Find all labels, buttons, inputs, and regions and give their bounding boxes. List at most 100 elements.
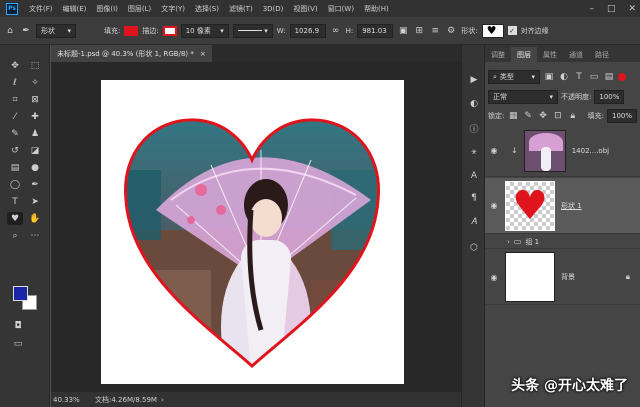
stroke-width-field[interactable]: 10 像素 ▾ (180, 23, 229, 38)
zoom-level[interactable]: 40.33% (53, 396, 95, 404)
type-tool-icon[interactable]: T (7, 195, 23, 208)
align-edges-checkbox[interactable]: ✓ (507, 26, 517, 35)
stroke-color-swatch[interactable] (162, 25, 177, 36)
menu-image[interactable]: 图像(I) (91, 4, 123, 14)
status-arrow-icon[interactable]: › (161, 396, 164, 404)
menu-window[interactable]: 窗口(W) (323, 4, 359, 14)
filter-type-icon[interactable]: T (573, 71, 585, 83)
fill-color-swatch[interactable] (124, 25, 139, 36)
3d-icon[interactable]: ⬡ (467, 241, 481, 255)
stamp-tool-icon[interactable]: ♟ (27, 127, 43, 140)
menu-view[interactable]: 视图(V) (288, 4, 322, 14)
path-alignment-icon[interactable]: ⊞ (413, 25, 425, 37)
menu-help[interactable]: 帮助(H) (359, 4, 394, 14)
filter-smart-object-icon[interactable]: ▤ (603, 71, 615, 83)
zoom-tool-icon[interactable]: ⌕ (7, 229, 23, 242)
lock-pixels-icon[interactable]: ✎ (522, 110, 534, 122)
minimize-icon[interactable]: – (589, 4, 594, 14)
screen-mode-icon[interactable]: ▭ (10, 337, 26, 350)
gear-icon[interactable]: ⚙ (445, 25, 457, 37)
pen-tool-preset-icon[interactable]: ✒ (20, 25, 32, 37)
layer-kind-filter[interactable]: ⌕ 类型 ▾ (488, 70, 540, 84)
pen-tool-icon[interactable]: ✒ (27, 178, 43, 191)
chevron-right-icon[interactable]: › (507, 238, 510, 246)
gradient-tool-icon[interactable]: ▤ (7, 161, 23, 174)
fill-field[interactable]: 100% (607, 109, 638, 123)
tab-layers[interactable]: 图层 (511, 47, 537, 62)
blur-tool-icon[interactable]: ● (27, 161, 43, 174)
color-icon[interactable]: ◐ (467, 97, 481, 111)
brush-tool-icon[interactable]: ✎ (7, 127, 23, 140)
close-tab-icon[interactable]: × (200, 50, 206, 58)
character-icon[interactable]: A (467, 169, 481, 183)
layer-row-group[interactable]: › ▭ 组 1 (485, 235, 640, 249)
artboard[interactable] (101, 80, 404, 384)
eye-icon[interactable]: ◉ (487, 146, 501, 155)
maximize-icon[interactable]: □ (607, 4, 616, 14)
blend-mode-select[interactable]: 正常 ▾ (488, 90, 558, 104)
marquee-tool-icon[interactable]: ⬚ (27, 59, 43, 72)
path-operations-icon[interactable]: ▣ (397, 25, 409, 37)
custom-shape-tool-icon[interactable]: ♥ (7, 212, 23, 225)
foreground-color-swatch[interactable] (13, 286, 28, 301)
filter-toggle-icon[interactable] (618, 73, 626, 81)
adjustment-icon[interactable]: ⚹ (467, 145, 481, 159)
eyedropper-tool-icon[interactable]: ⁄ (7, 110, 23, 123)
document-tab[interactable]: 未标题-1.psd @ 40.3% (形状 1, RGB/8) * × (51, 45, 212, 62)
menu-edit[interactable]: 编辑(E) (58, 4, 92, 14)
frame-tool-icon[interactable]: ⊠ (27, 93, 43, 106)
tab-properties[interactable]: 属性 (537, 47, 563, 62)
home-icon[interactable]: ⌂ (4, 25, 16, 37)
menu-3d[interactable]: 3D(D) (258, 5, 289, 13)
magic-wand-tool-icon[interactable]: ✧ (27, 76, 43, 89)
menu-type[interactable]: 文字(Y) (156, 4, 190, 14)
layer-row[interactable]: ◉ ↓ 1402....obj (485, 125, 640, 177)
history-icon[interactable]: ▶ (467, 73, 481, 87)
hand-tool-icon[interactable]: ✋ (27, 212, 43, 225)
layer-row-selected[interactable]: ◉ ♥ 形状 1 (485, 178, 640, 234)
eye-icon[interactable]: ◉ (487, 273, 501, 282)
paragraph-icon[interactable]: ¶ (467, 191, 481, 205)
chevron-down-icon: ▾ (220, 26, 224, 35)
eye-icon[interactable]: ◉ (487, 201, 501, 210)
tab-channels[interactable]: 通道 (563, 47, 589, 62)
history-brush-tool-icon[interactable]: ↺ (7, 144, 23, 157)
lock-transparent-icon[interactable]: ▦ (507, 110, 519, 122)
filter-shape-icon[interactable]: ▭ (588, 71, 600, 83)
height-field[interactable]: 981.03 (357, 23, 394, 38)
more-tools-icon[interactable]: ⋯ (27, 229, 43, 242)
dodge-tool-icon[interactable]: ◯ (7, 178, 23, 191)
link-icon[interactable]: ∞ (330, 25, 342, 37)
menu-select[interactable]: 选择(S) (190, 4, 224, 14)
filter-pixel-icon[interactable]: ▣ (543, 71, 555, 83)
stroke-type-select[interactable]: ▾ (232, 23, 273, 38)
glyphs-icon[interactable]: 𝐴 (467, 215, 481, 229)
opacity-field[interactable]: 100% (594, 90, 625, 104)
lasso-tool-icon[interactable]: ℓ (7, 76, 23, 89)
menu-file[interactable]: 文件(F) (24, 4, 58, 14)
width-field[interactable]: 1026.9 (289, 23, 326, 38)
canvas-area[interactable] (51, 62, 461, 392)
close-icon[interactable]: ✕ (628, 4, 636, 14)
info-icon[interactable]: ⓘ (467, 121, 481, 135)
lock-position-icon[interactable]: ✥ (537, 110, 549, 122)
shape-picker[interactable]: ♥ (481, 23, 504, 38)
menu-layer[interactable]: 图层(L) (123, 4, 156, 14)
menu-filter[interactable]: 滤镜(T) (224, 4, 258, 14)
crop-tool-icon[interactable]: ⌗ (7, 93, 23, 106)
path-arrangement-icon[interactable]: ≡ (429, 25, 441, 37)
healing-brush-tool-icon[interactable]: ✚ (27, 110, 43, 123)
quick-mask-icon[interactable]: ◘ (10, 319, 26, 332)
tab-paths[interactable]: 路径 (589, 47, 615, 62)
eraser-tool-icon[interactable]: ◪ (27, 144, 43, 157)
layer-row-background[interactable]: ◉ 背景 🔒︎ (485, 250, 640, 305)
fill-label: 填充: (104, 26, 121, 35)
filter-adjustment-icon[interactable]: ◐ (558, 71, 570, 83)
move-tool-icon[interactable]: ✥ (7, 59, 23, 72)
lock-all-icon[interactable]: 🔒︎ (567, 110, 579, 122)
tool-mode-select[interactable]: 形状 ▾ (36, 23, 76, 38)
lock-artboard-icon[interactable]: ⊡ (552, 110, 564, 122)
tab-adjustments[interactable]: 调整 (485, 47, 511, 62)
photoshop-logo-icon[interactable]: Ps (6, 2, 18, 15)
path-selection-tool-icon[interactable]: ➤ (27, 195, 43, 208)
